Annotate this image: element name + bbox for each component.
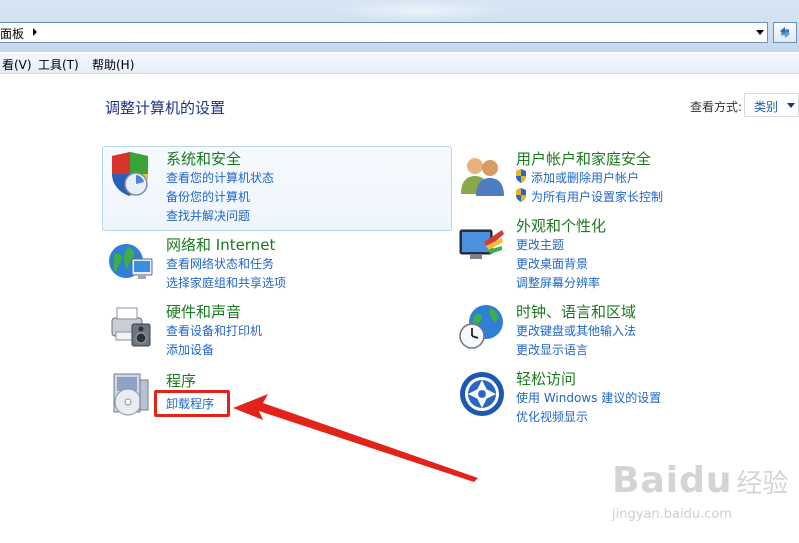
breadcrumb-arrow-icon[interactable] <box>33 28 37 36</box>
menu-bar: 看(V) 工具(T) 帮助(H) <box>0 53 799 74</box>
address-bar[interactable]: 面板 <box>0 22 768 43</box>
address-dropdown-icon[interactable] <box>756 30 764 35</box>
refresh-button[interactable] <box>773 22 797 43</box>
menu-view[interactable]: 看(V) <box>2 56 32 73</box>
refresh-icon <box>780 27 790 38</box>
watermark-brand: Baidu <box>612 460 733 501</box>
baidu-watermark: Baidu 经验 jingyan.baidu.com <box>612 460 789 522</box>
breadcrumb[interactable]: 面板 <box>0 25 24 42</box>
control-panel-content: 调整计算机的设置 查看方式: 类别 系统和安全 查看您的计算机状态 备份您的计算… <box>0 74 799 543</box>
watermark-cn: 经验 <box>736 469 789 499</box>
menu-tools[interactable]: 工具(T) <box>38 56 79 73</box>
watermark-url: jingyan.baidu.com <box>612 507 732 522</box>
menu-help[interactable]: 帮助(H) <box>92 56 134 73</box>
